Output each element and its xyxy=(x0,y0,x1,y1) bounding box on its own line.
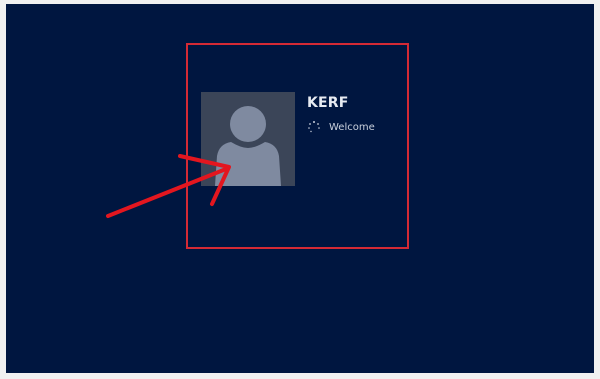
annotation-highlight-box xyxy=(186,43,409,249)
